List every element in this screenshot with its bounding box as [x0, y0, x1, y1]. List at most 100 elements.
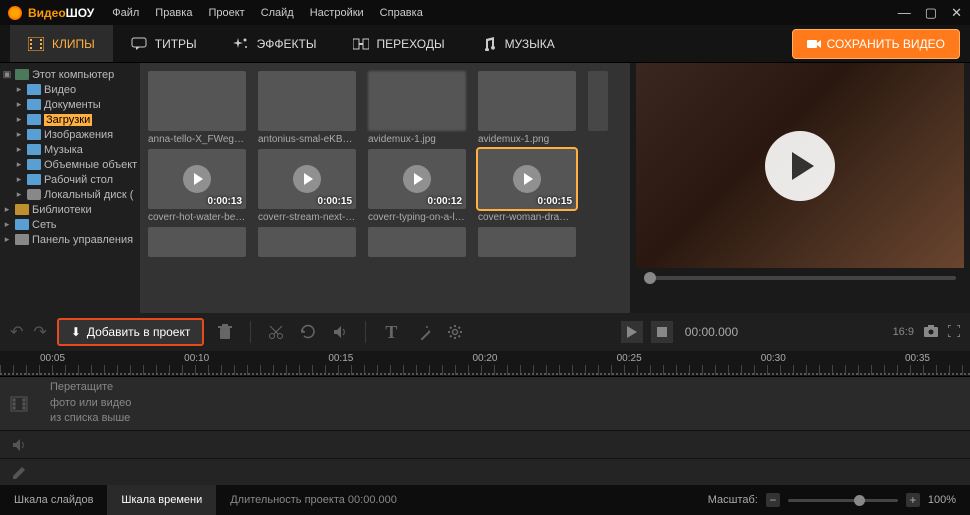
tab-clips-label: КЛИПЫ — [52, 37, 95, 51]
tree-desktop[interactable]: ▸Рабочий стол — [0, 172, 140, 187]
ruler-mark: 00:25 — [617, 353, 642, 364]
seek-knob[interactable] — [644, 272, 656, 284]
speaker-track-icon — [12, 438, 26, 452]
add-to-project-label: Добавить в проект — [87, 325, 190, 339]
ruler-mark: 00:30 — [761, 353, 786, 364]
thumb-item[interactable] — [588, 71, 608, 145]
video-track[interactable]: Перетащите фото или видео из списка выше — [0, 377, 970, 431]
thumb-item[interactable]: antonius-smal-eKB0NmIUe... — [258, 71, 356, 145]
thumb-item[interactable]: anna-tello-X_FWega1EU0-... — [148, 71, 246, 145]
redo-button[interactable]: ↷ — [33, 322, 46, 342]
project-duration: Длительность проекта 00:00.000 — [230, 494, 397, 506]
thumb-item[interactable]: 0:00:15coverr-stream-next-to-the... — [258, 149, 356, 223]
play-overlay-icon — [513, 165, 541, 193]
download-icon: ⬇ — [71, 325, 81, 339]
folder-tree: ▣Этот компьютер ▸Видео ▸Документы ▸Загру… — [0, 63, 140, 313]
close-button[interactable]: ✕ — [951, 5, 962, 21]
minimize-button[interactable]: — — [898, 5, 911, 21]
tree-downloads[interactable]: ▸Загрузки — [0, 112, 140, 127]
film-track-icon — [10, 396, 28, 412]
zoom-label: Масштаб: — [708, 494, 758, 506]
zoom-knob[interactable] — [854, 495, 865, 506]
thumb-item[interactable] — [258, 227, 356, 257]
maximize-button[interactable]: ▢ — [925, 5, 937, 21]
rotate-icon — [300, 324, 316, 340]
main-area: ▣Этот компьютер ▸Видео ▸Документы ▸Загру… — [0, 63, 970, 313]
thumb-item[interactable]: avidemux-1.jpg — [368, 71, 466, 145]
wand-icon — [415, 324, 431, 340]
menu-project[interactable]: Проект — [208, 7, 244, 19]
preview-seekbar[interactable] — [644, 276, 956, 280]
ruler-mark: 00:35 — [905, 353, 930, 364]
thumb-item[interactable]: 0:00:15coverr-woman-drawing-in-... — [478, 149, 576, 223]
tree-computer[interactable]: ▣Этот компьютер — [0, 67, 140, 82]
tree-network[interactable]: ▸Сеть — [0, 217, 140, 232]
audio-track[interactable] — [0, 431, 970, 459]
ruler-mark: 00:05 — [40, 353, 65, 364]
effects-track[interactable] — [0, 459, 970, 487]
main-menu: Файл Правка Проект Слайд Настройки Справ… — [112, 7, 423, 19]
status-bar: Шкала слайдов Шкала времени Длительность… — [0, 485, 970, 515]
add-to-project-button[interactable]: ⬇ Добавить в проект — [57, 318, 205, 346]
rotate-button[interactable] — [297, 324, 319, 340]
play-overlay-icon — [293, 165, 321, 193]
menu-settings[interactable]: Настройки — [310, 7, 364, 19]
tab-titles[interactable]: ТИТРЫ — [113, 25, 215, 62]
tree-video[interactable]: ▸Видео — [0, 82, 140, 97]
timeline: 00:05 00:10 00:15 00:20 00:25 00:30 00:3… — [0, 351, 970, 487]
thumb-item[interactable] — [478, 227, 576, 257]
thumb-item[interactable]: 0:00:13coverr-hot-water-being-p... — [148, 149, 246, 223]
volume-button[interactable] — [329, 324, 351, 340]
preview-play-button[interactable] — [765, 131, 835, 201]
menu-help[interactable]: Справка — [380, 7, 423, 19]
menu-slide[interactable]: Слайд — [261, 7, 294, 19]
preview-video — [636, 63, 964, 268]
tab-effects[interactable]: ЭФФЕКТЫ — [215, 25, 335, 62]
media-tabs: КЛИПЫ ТИТРЫ ЭФФЕКТЫ ПЕРЕХОДЫ МУЗЫКА СОХР… — [0, 25, 970, 63]
chat-icon — [131, 37, 147, 51]
ruler-mark: 00:10 — [184, 353, 209, 364]
time-ruler[interactable]: 00:05 00:10 00:15 00:20 00:25 00:30 00:3… — [0, 351, 970, 377]
tab-transitions[interactable]: ПЕРЕХОДЫ — [335, 25, 463, 62]
menu-edit[interactable]: Правка — [155, 7, 192, 19]
aspect-ratio-label[interactable]: 16:9 — [893, 326, 914, 338]
thumb-item[interactable] — [368, 227, 466, 257]
delete-button[interactable] — [214, 324, 236, 340]
tree-control-panel[interactable]: ▸Панель управления — [0, 232, 140, 247]
wand-button[interactable] — [412, 324, 434, 340]
preview-panel — [630, 63, 970, 313]
zoom-in-button[interactable]: + — [906, 493, 920, 507]
tab-clips[interactable]: КЛИПЫ — [10, 25, 113, 62]
tree-music[interactable]: ▸Музыка — [0, 142, 140, 157]
fullscreen-icon — [948, 325, 960, 337]
text-button[interactable]: T — [380, 322, 402, 343]
tree-local-disk[interactable]: ▸Локальный диск ( — [0, 187, 140, 202]
thumb-item[interactable] — [148, 227, 246, 257]
thumb-item[interactable]: avidemux-1.png — [478, 71, 576, 145]
tree-libraries[interactable]: ▸Библиотеки — [0, 202, 140, 217]
zoom-out-button[interactable]: − — [766, 493, 780, 507]
pencil-track-icon — [12, 466, 26, 480]
settings-button[interactable] — [444, 324, 466, 340]
save-video-button[interactable]: СОХРАНИТЬ ВИДЕО — [792, 29, 960, 59]
timeline-stop-button[interactable] — [651, 321, 673, 343]
ruler-mark: 00:20 — [472, 353, 497, 364]
thumb-item[interactable]: 0:00:12coverr-typing-on-a-laptop... — [368, 149, 466, 223]
tree-documents[interactable]: ▸Документы — [0, 97, 140, 112]
trash-icon — [218, 324, 232, 340]
fullscreen-button[interactable] — [948, 325, 960, 340]
timeline-play-button[interactable] — [621, 321, 643, 343]
undo-button[interactable]: ↶ — [10, 322, 23, 342]
tab-music[interactable]: МУЗЫКА — [463, 25, 573, 62]
menu-file[interactable]: Файл — [112, 7, 139, 19]
zoom-control: Масштаб: − + 100% — [708, 493, 970, 507]
zoom-slider[interactable] — [788, 499, 898, 502]
tree-3d-objects[interactable]: ▸Объемные объект — [0, 157, 140, 172]
view-slides[interactable]: Шкала слайдов — [0, 485, 107, 515]
tab-effects-label: ЭФФЕКТЫ — [257, 37, 317, 51]
music-icon — [481, 37, 497, 51]
cut-button[interactable] — [265, 324, 287, 340]
snapshot-button[interactable] — [924, 325, 938, 340]
tree-pictures[interactable]: ▸Изображения — [0, 127, 140, 142]
view-timeline[interactable]: Шкала времени — [107, 485, 216, 515]
